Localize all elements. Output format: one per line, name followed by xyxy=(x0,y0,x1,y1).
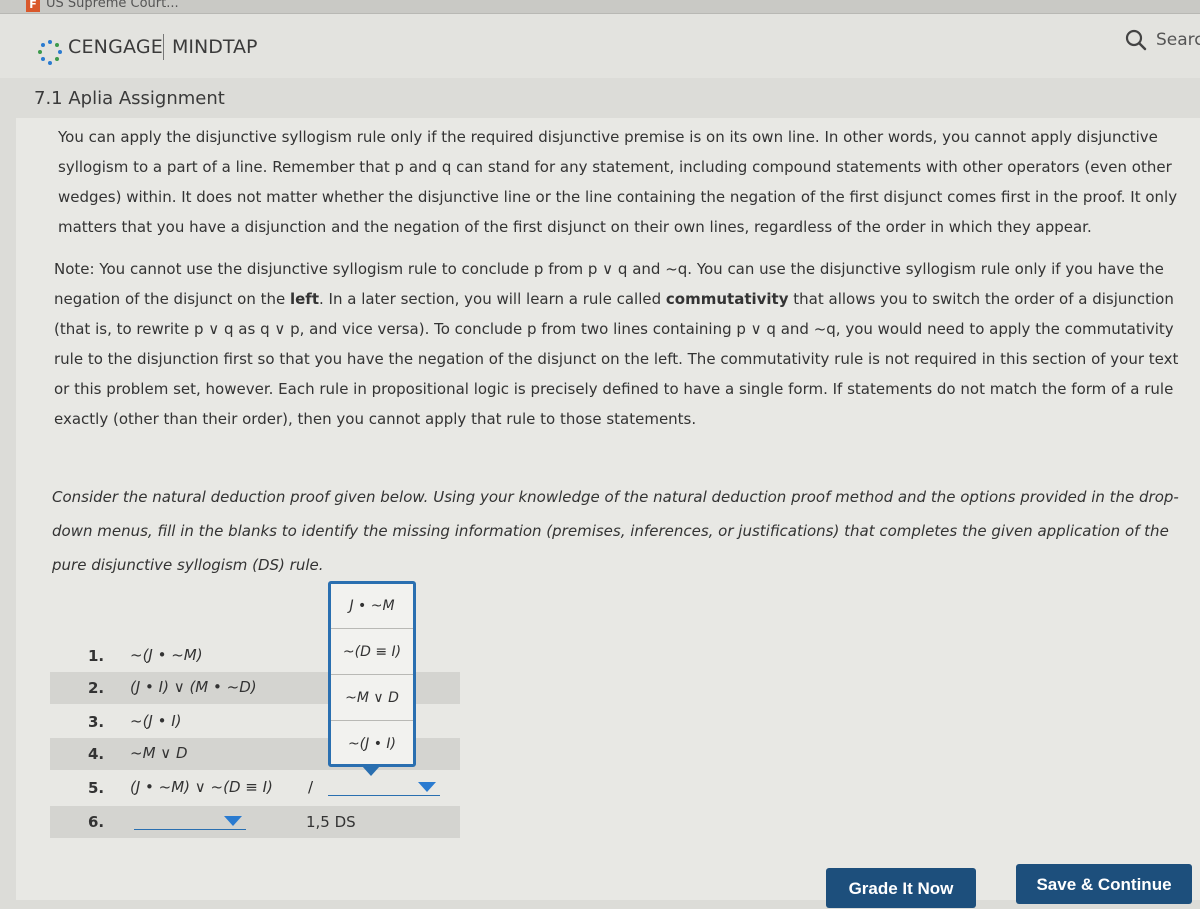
line-statement: ~(J • I) xyxy=(130,712,182,730)
dropdown-menu: J • ~M ~(D ≡ I) ~M ∨ D ~(J • I) xyxy=(328,581,416,767)
line-6-statement-dropdown[interactable] xyxy=(134,808,246,830)
intro-paragraph: You can apply the disjunctive syllogism … xyxy=(58,128,1178,236)
note-text-b: . In a later section, you will learn a r… xyxy=(319,290,666,308)
browser-tab-strip: F US Supreme Court... xyxy=(0,0,1200,14)
line-number: 1. xyxy=(88,647,105,665)
tab-favicon-icon: F xyxy=(26,0,40,12)
proof-line-5: 5. (J • ~M) ∨ ~(D ≡ I) / xyxy=(50,772,460,804)
dropdown-option[interactable]: J • ~M xyxy=(331,584,413,629)
browser-tab-title[interactable]: US Supreme Court... xyxy=(46,0,179,11)
line-number: 3. xyxy=(88,713,105,731)
dropdown-option[interactable]: ~(J • I) xyxy=(331,722,413,767)
line-number: 2. xyxy=(88,679,105,697)
note-paragraph: Note: You cannot use the disjunctive syl… xyxy=(54,254,1194,434)
app-header: CENGAGE MINDTAP Searc xyxy=(0,14,1200,78)
note-left-emphasis: left xyxy=(289,290,319,308)
line-6-justification: 1,5 DS xyxy=(306,813,356,831)
assignment-title: 7.1 Aplia Assignment xyxy=(34,88,225,109)
brand-divider xyxy=(163,34,164,60)
chevron-down-icon xyxy=(224,816,242,826)
dropdown-pointer-icon xyxy=(362,766,380,776)
search-label: Searc xyxy=(1156,30,1200,50)
cengage-logo-icon xyxy=(38,40,62,65)
chevron-down-icon xyxy=(418,782,436,792)
save-and-continue-button[interactable]: Save & Continue xyxy=(1016,864,1192,904)
note-text-c: that allows you to switch the order of a… xyxy=(54,290,1179,428)
line-number: 4. xyxy=(88,745,105,763)
conclusion-slash: / xyxy=(308,778,314,796)
grade-it-now-button[interactable]: Grade It Now xyxy=(826,868,976,908)
line-statement: ~(J • ~M) xyxy=(130,646,203,664)
proof-line-6: 6. xyxy=(50,806,460,838)
brand-name: CENGAGE xyxy=(68,36,163,58)
product-name: MINDTAP xyxy=(172,36,258,58)
instructions-paragraph: Consider the natural deduction proof giv… xyxy=(52,488,1179,574)
line-5-conclusion-dropdown[interactable] xyxy=(328,774,440,796)
line-number: 5. xyxy=(88,779,105,797)
line-statement: (J • ~M) ∨ ~(D ≡ I) xyxy=(130,778,273,796)
line-statement: (J • I) ∨ (M • ~D) xyxy=(130,678,257,696)
dropdown-option[interactable]: ~(D ≡ I) xyxy=(331,630,413,675)
note-commutativity-term: commutativity xyxy=(665,290,789,308)
line-number: 6. xyxy=(88,813,105,831)
dropdown-option[interactable]: ~M ∨ D xyxy=(331,676,413,721)
line-statement: ~M ∨ D xyxy=(130,744,188,762)
search-icon xyxy=(1125,29,1147,51)
